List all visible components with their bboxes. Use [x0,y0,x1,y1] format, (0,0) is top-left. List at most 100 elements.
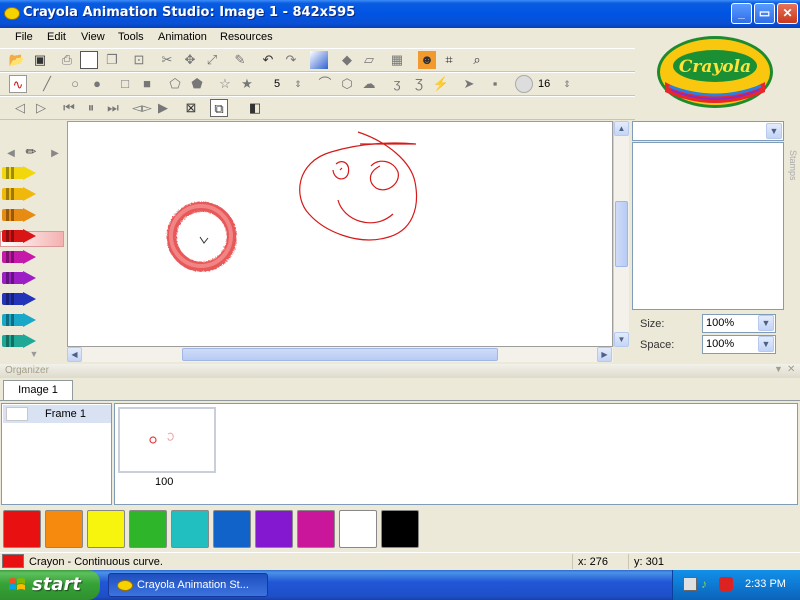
palette-swatch[interactable] [381,510,419,548]
square-outline-icon[interactable]: □ [116,75,134,93]
freehand-curve-icon[interactable]: ∿ [9,75,27,93]
onion-skin-icon[interactable]: ⧉ [210,99,228,117]
palette-swatch[interactable] [129,510,167,548]
taskbar-item-crayola[interactable]: Crayola Animation St... [108,573,268,597]
crayon-color[interactable] [2,271,38,285]
eyedropper-icon[interactable]: ✎ [231,51,249,69]
start-button[interactable]: start [0,570,100,600]
maximize-button[interactable]: ▭ [754,3,775,24]
first-frame-icon[interactable]: ⏮ [60,99,78,117]
crayon-scroll-right-icon[interactable]: ▶ [46,145,64,163]
stamp-person-icon[interactable]: ☻ [418,51,436,69]
palette-swatch[interactable] [213,510,251,548]
chevron-down-icon[interactable]: ▼ [758,315,774,331]
network-icon[interactable] [683,577,697,591]
crayon-tool-icon[interactable]: ✏ [22,143,40,161]
stamps-list[interactable] [632,142,784,310]
title-bar[interactable]: Crayola Animation Studio: Image 1 - 842x… [0,0,800,28]
prev-frame-icon[interactable]: ◁ [11,99,29,117]
menu-resources[interactable]: Resources [220,31,273,43]
circle-filled-icon[interactable]: ● [88,75,106,93]
small-square-icon[interactable]: ▪ [486,75,504,93]
redo-icon[interactable]: ↷ [282,51,300,69]
last-frame-icon[interactable]: ⏭ [104,99,122,117]
move-icon[interactable]: ⤢ [203,51,221,69]
pause-icon[interactable]: ⏸ [82,99,100,117]
magnifier-icon[interactable]: ⌕ [468,51,486,69]
brush-size-stepper-icon[interactable]: ⇕ [558,75,576,93]
crayon-color[interactable] [2,313,38,327]
circle-outline-icon[interactable]: ○ [66,75,84,93]
scroll-right-icon[interactable]: ▶ [597,347,612,362]
scroll-left-icon[interactable]: ◀ [67,347,82,362]
crayon-color[interactable] [2,250,38,264]
menu-view[interactable]: View [81,31,105,43]
pentagon-filled-icon[interactable]: ⬟ [188,75,206,93]
chevron-down-icon[interactable]: ▼ [766,123,782,139]
palette-swatch[interactable] [339,510,377,548]
security-shield-icon[interactable] [719,577,733,591]
canvas-vertical-scrollbar[interactable]: ▲ ▼ [613,121,629,347]
menu-file[interactable]: File [15,31,33,43]
cut-icon[interactable]: ✂ [158,51,176,69]
close-button[interactable]: ✕ [777,3,798,24]
play-icon[interactable]: ▶ [154,99,172,117]
open-folder-icon[interactable]: 📂 [8,51,26,69]
stamps-side-tab[interactable]: Stamps [786,150,798,181]
save-icon[interactable]: ▣ [31,51,49,69]
pentagon-outline-icon[interactable]: ⬠ [166,75,184,93]
scroll-down-icon[interactable]: ▼ [614,332,629,347]
scroll-up-icon[interactable]: ▲ [614,121,629,136]
fill-bucket-icon[interactable]: ◆ [338,51,356,69]
star-outline-icon[interactable]: ☆ [216,75,234,93]
crayon-color[interactable] [2,187,38,201]
crayon-color[interactable] [2,292,38,306]
drawing-canvas[interactable] [67,121,613,347]
chevron-down-icon[interactable]: ▼ [758,336,774,352]
rewind-icon[interactable]: ◅▻ [132,99,152,117]
polyline-icon[interactable]: ⌒ [316,75,334,93]
palette-swatch[interactable] [87,510,125,548]
crayon-color[interactable] [2,166,38,180]
delete-frame-icon[interactable]: ⊠ [182,99,200,117]
zigzag-icon[interactable]: ⚡ [432,75,450,93]
menu-animation[interactable]: Animation [158,31,207,43]
cloud-icon[interactable]: ☁ [360,75,378,93]
palette-swatch[interactable] [255,510,293,548]
print-icon[interactable]: ⎙ [58,51,76,69]
squiggle-filled-icon[interactable]: Ʒ [410,75,428,93]
organizer-close-icon[interactable]: ✕ [787,364,795,375]
layers-icon[interactable]: ◧ [246,99,264,117]
arrow-shape-icon[interactable]: ➤ [460,75,478,93]
grid-icon[interactable]: ▦ [388,51,406,69]
square-filled-icon[interactable]: ■ [138,75,156,93]
copy-page-icon[interactable]: ❐ [103,51,121,69]
menu-edit[interactable]: Edit [47,31,66,43]
frame-list-item[interactable]: Frame 1 [3,405,111,423]
star-filled-icon[interactable]: ★ [238,75,256,93]
line-icon[interactable]: ╱ [38,75,56,93]
crop-icon[interactable]: ⌗ [440,51,458,69]
palette-swatch[interactable] [3,510,41,548]
import-icon[interactable]: ⊡ [130,51,148,69]
next-frame-icon[interactable]: ▷ [32,99,50,117]
shape-count-stepper-icon[interactable]: ⇕ [289,75,307,93]
stamp-space-select[interactable]: 100% ▼ [702,335,776,354]
gradient-icon[interactable] [310,51,328,69]
blob-icon[interactable]: ⬡ [338,75,356,93]
undo-icon[interactable]: ↶ [259,51,277,69]
palette-swatch[interactable] [297,510,335,548]
new-image-icon[interactable] [80,51,98,69]
frame-thumbnail[interactable] [118,407,216,473]
volume-icon[interactable]: ♪ [701,577,715,591]
minimize-button[interactable]: _ [731,3,752,24]
vertical-scroll-thumb[interactable] [615,201,628,267]
horizontal-scroll-thumb[interactable] [182,348,498,361]
menu-tools[interactable]: Tools [118,31,144,43]
palette-swatch[interactable] [171,510,209,548]
selection-icon[interactable]: ✥ [181,51,199,69]
stamp-category-dropdown[interactable]: ▼ [632,121,784,141]
palette-swatch[interactable] [45,510,83,548]
canvas-horizontal-scrollbar[interactable]: ◀ ▶ [67,347,613,362]
crayon-scroll-down-icon[interactable]: ▼ [25,345,43,363]
